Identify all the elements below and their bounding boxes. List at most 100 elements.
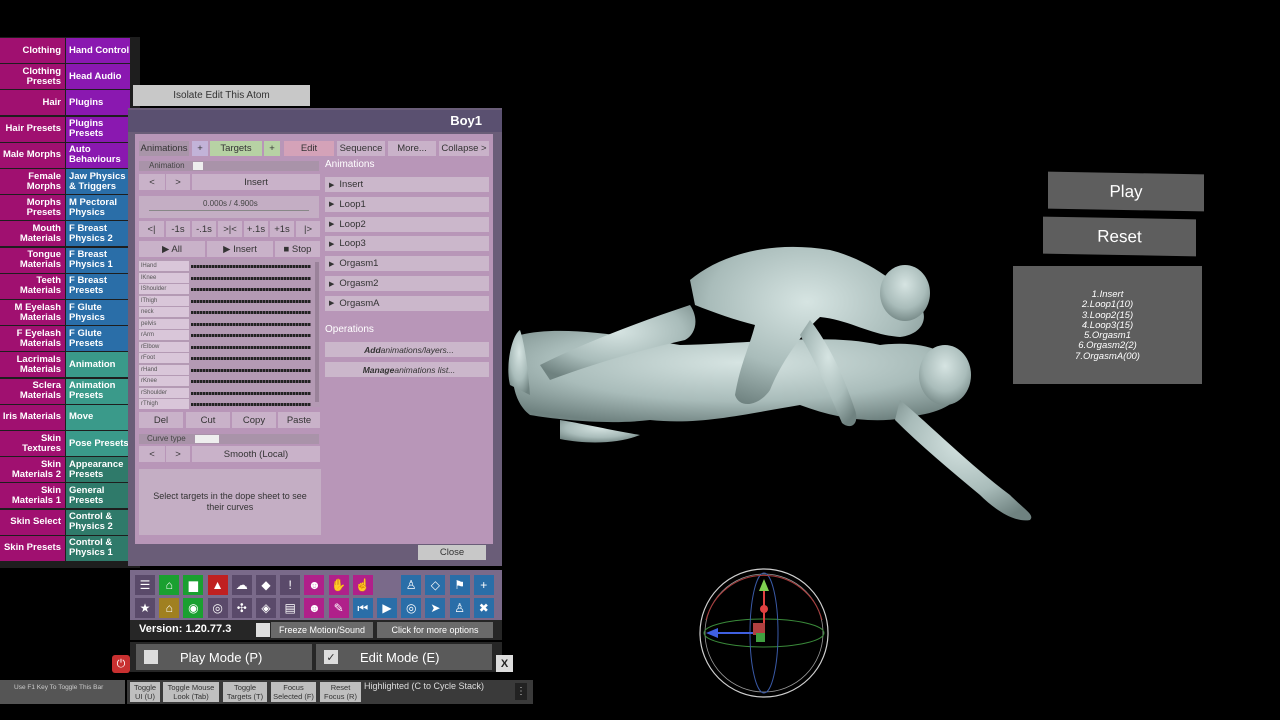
category-left-4[interactable]: Male Morphs	[0, 142, 65, 168]
play-insert-button[interactable]: ▶ Insert	[207, 241, 273, 257]
close-x-button[interactable]: X	[496, 655, 513, 672]
add-icon[interactable]: +	[473, 575, 494, 595]
dope-row[interactable]: lShoulder	[139, 284, 314, 295]
scrub-minus-1s-button[interactable]: -1s	[166, 221, 190, 237]
animation-list-item[interactable]: ▶ Loop3	[325, 236, 489, 252]
dope-row-keyframes[interactable]	[191, 357, 311, 360]
category-right-10[interactable]: F Glute Physics	[66, 300, 130, 325]
category-right-11[interactable]: F Glute Presets	[66, 326, 130, 352]
scrub-start-button[interactable]: <|	[139, 221, 164, 237]
dope-row-keyframes[interactable]	[191, 334, 311, 337]
dope-row-keyframes[interactable]	[191, 368, 311, 372]
scene-play-button[interactable]: Play	[1048, 171, 1204, 212]
open-scene-icon[interactable]: ⌂	[159, 575, 180, 595]
cloud-icon[interactable]: ☁	[231, 575, 252, 595]
category-right-2[interactable]: Plugins	[66, 90, 130, 116]
toggle-targets-button[interactable]: Toggle Targets (T)	[223, 682, 267, 702]
freeze-motion-label[interactable]: Freeze Motion/Sound	[271, 622, 373, 638]
tab-targets-add[interactable]: +	[264, 141, 280, 156]
cut-keys-button[interactable]: Cut	[186, 412, 230, 428]
manage-animations-button[interactable]: Manage animations list...	[325, 362, 489, 377]
scrub-end-button[interactable]: |>	[296, 221, 320, 237]
dope-row[interactable]: rKnee	[139, 376, 314, 387]
category-right-9[interactable]: F Breast Presets	[66, 273, 130, 299]
dope-row[interactable]: rArm	[139, 330, 314, 341]
scene-reset-button[interactable]: Reset	[1043, 216, 1196, 257]
dope-row-keyframes[interactable]	[191, 380, 311, 383]
animation-list-item[interactable]: ▶ Loop2	[325, 216, 489, 232]
dope-row[interactable]: neck	[139, 307, 314, 318]
hand-icon[interactable]: ✋	[328, 575, 349, 595]
category-left-5[interactable]: Female Morphs	[0, 169, 65, 194]
category-left-1[interactable]: Clothing Presets	[0, 64, 65, 90]
cube-icon[interactable]: ◆	[256, 575, 276, 595]
camera-green-icon[interactable]: ◉	[183, 598, 204, 618]
category-left-15[interactable]: Skin Textures	[0, 431, 65, 456]
dope-row-keyframes[interactable]	[191, 391, 311, 395]
curve-type-value[interactable]: Smooth (Local)	[192, 446, 320, 462]
people-icon[interactable]: ♙	[449, 598, 470, 618]
unity-icon[interactable]: ◇	[425, 575, 446, 595]
save-scene-icon[interactable]: ⌂	[159, 598, 180, 618]
tab-animations-add[interactable]: +	[192, 141, 208, 156]
dope-row[interactable]: lThigh	[139, 295, 314, 307]
transform-gizmo[interactable]	[696, 565, 832, 701]
tab-targets[interactable]: Targets	[210, 141, 262, 156]
dope-row-keyframes[interactable]	[191, 299, 311, 303]
scene-figures[interactable]	[500, 225, 1060, 535]
next-curve-button[interactable]: >	[166, 446, 190, 462]
category-right-13[interactable]: Animation Presets	[66, 378, 130, 404]
category-left-0[interactable]: Clothing	[0, 38, 65, 63]
close-panel-button[interactable]: Close	[418, 545, 486, 560]
animation-list-item[interactable]: ▶ Orgasm1	[325, 256, 489, 272]
tools-icon[interactable]: ✖	[473, 598, 494, 618]
dope-row-keyframes[interactable]	[191, 311, 311, 314]
alert-icon[interactable]: !	[280, 575, 301, 595]
category-right-14[interactable]: Move	[66, 404, 130, 430]
category-left-11[interactable]: F Eyelash Materials	[0, 326, 65, 352]
toggle-mouse-look-button[interactable]: Toggle Mouse Look (Tab)	[163, 682, 219, 702]
category-left-18[interactable]: Skin Select	[0, 509, 65, 535]
scrub-plus-1s-button[interactable]: +1s	[270, 221, 294, 237]
dope-row[interactable]: pelvis	[139, 318, 314, 330]
star-icon[interactable]: ★	[135, 598, 155, 618]
add-animations-button[interactable]: Add animations/layers...	[325, 342, 489, 357]
focus-selected-button[interactable]: Focus Selected (F)	[271, 682, 316, 702]
power-icon[interactable]: ⏻	[112, 655, 130, 673]
category-right-16[interactable]: Appearance Presets	[66, 457, 130, 483]
dope-row-keyframes[interactable]	[191, 322, 311, 326]
pointer-hand-icon[interactable]: ☝	[352, 575, 373, 595]
category-left-9[interactable]: Teeth Materials	[0, 273, 65, 299]
freeze-motion-checkbox[interactable]	[256, 623, 270, 637]
dope-row-keyframes[interactable]	[191, 288, 311, 291]
scrub-snap-button[interactable]: >|<	[218, 221, 242, 237]
document-icon[interactable]: ▤	[280, 598, 301, 618]
category-right-3[interactable]: Plugins Presets	[66, 116, 130, 142]
tab-animations[interactable]: Animations	[139, 141, 189, 156]
category-left-16[interactable]: Skin Materials 2	[0, 457, 65, 483]
dope-row[interactable]: rElbow	[139, 341, 314, 353]
category-left-8[interactable]: Tongue Materials	[0, 247, 65, 273]
category-left-3[interactable]: Hair Presets	[0, 116, 65, 142]
more-vertical-icon[interactable]: ⋮	[515, 683, 527, 700]
load-red-icon[interactable]: ▲	[207, 575, 228, 595]
menu-icon[interactable]: ☰	[135, 575, 155, 595]
person-edit-icon[interactable]: ☻	[304, 598, 325, 618]
delete-keys-button[interactable]: Del	[139, 412, 183, 428]
category-left-14[interactable]: Iris Materials	[0, 404, 65, 430]
prev-curve-button[interactable]: <	[139, 446, 165, 462]
box-icon[interactable]: ◈	[256, 598, 276, 618]
dope-row[interactable]: rThigh	[139, 399, 314, 410]
flag-icon[interactable]: ⚑	[449, 575, 470, 595]
edit-mode-checkbox[interactable]: ✓	[324, 650, 338, 664]
scrub-minus-tenth-button[interactable]: -.1s	[192, 221, 216, 237]
edit-mode-button[interactable]: ✓ Edit Mode (E)	[316, 644, 492, 670]
category-right-6[interactable]: M Pectoral Physics	[66, 195, 130, 221]
animation-list-item[interactable]: ▶ OrgasmA	[325, 295, 489, 311]
play-all-button[interactable]: ▶ All	[139, 241, 205, 257]
animation-slider[interactable]: Animation	[139, 161, 319, 171]
dope-row-keyframes[interactable]	[191, 403, 311, 406]
timeline-scrubber[interactable]: 0.000s / 4.900s	[139, 196, 319, 218]
category-left-12[interactable]: Lacrimals Materials	[0, 352, 65, 378]
dope-sheet-scrollbar[interactable]	[315, 262, 319, 402]
